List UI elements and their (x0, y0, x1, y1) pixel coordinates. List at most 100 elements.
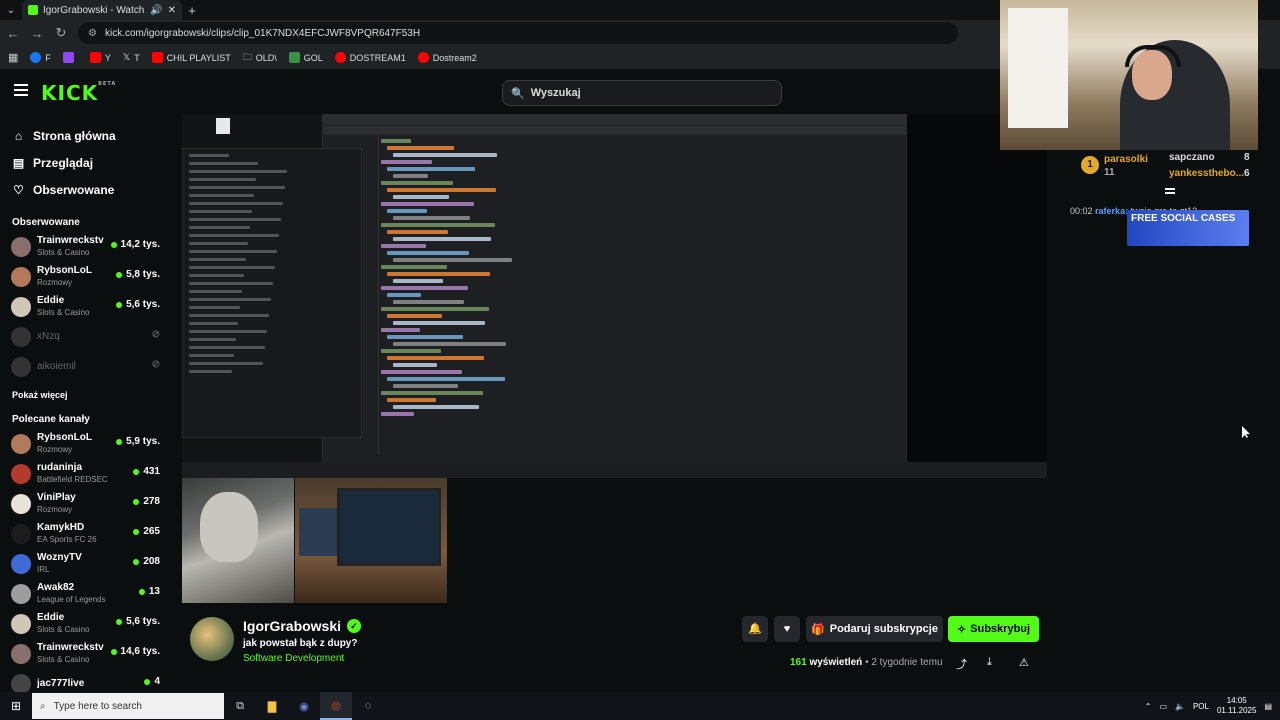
obs-icon[interactable]: ◌ (352, 692, 384, 720)
viewer-count: 265 (133, 526, 160, 537)
bookmark-chill-playlist[interactable]: CHIL PLAYLIST (151, 52, 231, 63)
browser-tab-active[interactable]: IgorGrabowski - Watch clip 🔊 ✕ (22, 0, 182, 20)
nav-following[interactable]: ♡ Obserwowane (0, 176, 170, 203)
live-dot-icon (116, 618, 123, 625)
nav-home[interactable]: ⌂ Strona główna (0, 122, 170, 149)
code-line (387, 167, 475, 171)
chrome-icon[interactable]: ◎ (320, 692, 352, 720)
sidebar-channel-item[interactable]: Awak82 League of Legends 13 (0, 579, 170, 609)
clock[interactable]: 14:05 01.11.2025 (1217, 696, 1256, 716)
windows-start-icon[interactable]: ⊞ (0, 699, 32, 713)
sidebar-channel-item[interactable]: RybsonLoL Rozmowy 5,8 tys. (0, 262, 170, 292)
site-info-icon[interactable]: ⚙ (88, 28, 97, 39)
live-dot-icon (116, 271, 123, 278)
sidebar-channel-item[interactable]: Trainwreckstv Slots & Casino 14,2 tys. (0, 232, 170, 262)
chat-line (189, 218, 281, 221)
code-line (393, 258, 512, 262)
nav-browse[interactable]: ▤ Przeglądaj (0, 149, 170, 176)
task-view-icon[interactable]: ⧉ (224, 692, 256, 720)
tray-overflow-icon[interactable]: ⌃ (1145, 702, 1152, 711)
show-more-link[interactable]: Pokaż więcej (0, 390, 170, 400)
avatar (11, 614, 31, 634)
views-count: 161 wyświetleń • 2 tygodnie temu (790, 657, 943, 668)
youtube-icon (334, 52, 346, 63)
tab-title: IgorGrabowski - Watch clip (43, 4, 145, 16)
download-icon[interactable]: ⤓ (987, 656, 992, 669)
sidebar-channel-item[interactable]: Eddie Slots & Casino 5,6 tys. (0, 292, 170, 322)
viewer-count-text: 13 (148, 586, 160, 597)
sidebar-channel-item[interactable]: RybsonLoL Rozmowy 5,9 tys. (0, 429, 170, 459)
sidebar-channel-item[interactable]: WoznyTV IRL 208 (0, 549, 170, 579)
back-icon[interactable]: ← (6, 26, 20, 41)
tab-audio-icon[interactable]: 🔊 (150, 5, 162, 16)
bookmark-x[interactable]: 𝕏T (123, 52, 140, 63)
sidebar-channel-item[interactable]: KamykHD EA Sports FC 26 265 (0, 519, 170, 549)
bookmark-facebook[interactable]: F (30, 52, 51, 63)
search-placeholder: Wyszukaj (530, 87, 581, 99)
heart-icon: ♡ (13, 182, 24, 197)
taskbar-search-input[interactable]: ⌕ Type here to search (32, 693, 224, 719)
youtube-icon (89, 52, 101, 63)
channel-name[interactable]: IgorGrabowski ✓ (243, 618, 362, 634)
sidebar-channel-item[interactable]: Trainwreckstv Slots & Casino 14,6 tys. (0, 639, 170, 669)
new-tab-button[interactable]: + (182, 3, 202, 18)
video-player[interactable] (182, 114, 1047, 478)
bookmark-youtube[interactable]: Y (89, 52, 111, 63)
sidebar-channel-item[interactable]: Eddie Slots & Casino 5,6 tys. (0, 609, 170, 639)
notifications-button[interactable]: 🔔 (742, 616, 768, 642)
bell-icon: 🔔 (748, 623, 762, 635)
sidebar-channel-item[interactable]: aikoiemil ⊘ (0, 352, 170, 382)
code-line (387, 293, 421, 297)
os-taskbar: ⊞ ⌕ Type here to search ⧉ ▇ ◉ ◎ ◌ ⌃ ▭ 🔈 … (0, 692, 1280, 720)
channel-info: Trainwreckstv Slots & Casino (37, 642, 119, 666)
forward-icon[interactable]: → (30, 26, 44, 41)
file-explorer-icon[interactable]: ▇ (256, 692, 288, 720)
kick-logo[interactable]: KICKBETA (41, 81, 116, 105)
live-dot-icon (133, 528, 140, 535)
chat-line (189, 290, 242, 293)
ide-window (322, 114, 907, 464)
menu-icon[interactable] (14, 84, 28, 96)
network-icon[interactable]: ▭ (1159, 702, 1167, 711)
expand-leaderboard-icon[interactable] (1165, 188, 1175, 194)
apps-grid-icon[interactable]: ▦ (8, 51, 18, 64)
reload-icon[interactable]: ↻ (54, 25, 68, 41)
share-icon[interactable]: ⤴ (956, 656, 967, 672)
channel-name: xNzq (37, 331, 60, 342)
volume-icon[interactable]: 🔈 (1175, 702, 1185, 711)
tab-list-chevron-icon[interactable]: ⌄ (0, 0, 22, 20)
ad-banner[interactable]: FREE SOCIAL CASES (1127, 210, 1249, 246)
chat-line (189, 226, 250, 229)
sidebar-channel-item[interactable]: rudaninja Battlefield REDSEC 431 (0, 459, 170, 489)
bookmark-dostream2[interactable]: Dostream2 (417, 52, 477, 63)
bookmark-gol[interactable]: GOL (288, 52, 323, 63)
channel-name: rudaninja (37, 462, 83, 473)
tab-close-icon[interactable]: ✕ (168, 5, 176, 16)
language-indicator[interactable]: POL (1193, 702, 1209, 711)
avatar[interactable] (190, 617, 234, 661)
verified-icon: ✓ (347, 619, 362, 633)
channel-info: KamykHD EA Sports FC 26 (37, 522, 119, 546)
search-input[interactable]: 🔍 Wyszukaj (502, 80, 782, 106)
sidebar-channel-item[interactable]: xNzq ⊘ (0, 322, 170, 352)
report-icon[interactable]: ⚠ (1019, 656, 1029, 669)
sidebar-channel-item[interactable]: ViniPlay Rozmowy 278 (0, 489, 170, 519)
avatar (11, 267, 31, 287)
bookmark-folder-old[interactable]: 🗀 OLD\ (243, 50, 277, 66)
youtube-icon (417, 52, 429, 63)
code-line (381, 265, 447, 269)
bookmark-dostream1[interactable]: DOSTREAM1 (334, 52, 406, 63)
chat-line (189, 314, 269, 317)
recommended-section-title: Polecane kanały (12, 414, 90, 425)
code-line (393, 363, 437, 367)
follow-button[interactable]: ♥ (774, 616, 800, 642)
discord-icon[interactable]: ◉ (288, 692, 320, 720)
clip-category-link[interactable]: Software Development (243, 653, 344, 664)
code-line (381, 202, 474, 206)
notifications-icon[interactable]: ▤ (1264, 702, 1272, 711)
subscribe-button[interactable]: ✧ Subskrybuj (948, 616, 1039, 642)
gift-subs-button[interactable]: 🎁 Podaruj subskrypcje (806, 616, 943, 642)
bookmark-twitch[interactable] (62, 52, 78, 63)
sidebar-channel-item[interactable]: jac777live 4 (0, 669, 170, 692)
url-field[interactable]: ⚙ kick.com/igorgrabowski/clips/clip_01K7… (78, 22, 958, 44)
